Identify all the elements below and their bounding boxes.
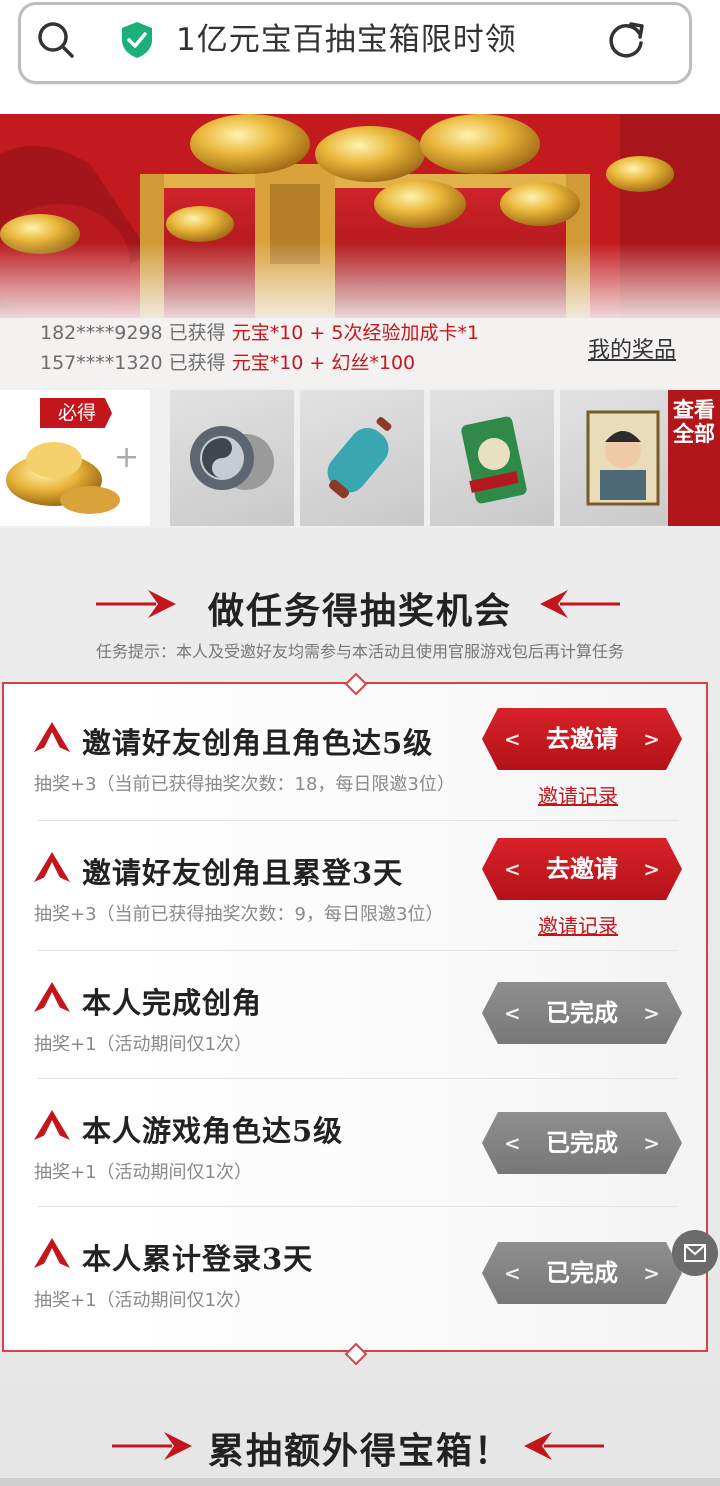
- button-label: 已完成: [546, 1258, 618, 1287]
- character-portrait-icon: [586, 410, 660, 506]
- invite-record-link[interactable]: 邀请记录: [538, 910, 618, 939]
- task-arrow-icon: [34, 722, 70, 752]
- button-label: 已完成: [546, 1128, 618, 1157]
- decor-arrow-right-icon: [540, 590, 620, 618]
- prize-tile[interactable]: [430, 390, 554, 526]
- divider: [38, 1206, 678, 1207]
- section-title: 累抽额外得宝箱！: [207, 1430, 512, 1472]
- prize-tile[interactable]: [170, 390, 294, 526]
- divider: [38, 820, 678, 821]
- chevron-left-icon: <: [504, 1261, 521, 1285]
- my-prizes-link[interactable]: 我的奖品: [588, 332, 676, 364]
- divider: [38, 1078, 678, 1079]
- jade-token-icon: [461, 416, 527, 504]
- chevron-right-icon: >: [643, 1001, 660, 1025]
- invite-button[interactable]: < 去邀请 >: [482, 838, 682, 900]
- task-subtitle: 抽奖+3（当前已获得抽奖次数：9，每日限邀3位）: [34, 904, 444, 925]
- task-subtitle: 抽奖+1（活动期间仅1次）: [34, 1290, 252, 1311]
- task-arrow-icon: [34, 982, 70, 1012]
- ticker-user: 157****1320 已获得: [40, 352, 232, 374]
- task-subtitle: 抽奖+1（活动期间仅1次）: [34, 1034, 252, 1055]
- chevron-right-icon: >: [643, 1131, 660, 1155]
- button-label: 已完成: [546, 998, 618, 1027]
- chevron-left-icon: <: [504, 727, 521, 751]
- search-icon[interactable]: [34, 18, 78, 62]
- ticker-prize: 元宝*10 + 5次经验加成卡*1: [231, 322, 480, 344]
- shield-check-icon: [122, 22, 152, 58]
- envelope-icon: [684, 1244, 706, 1262]
- ticker-line: 182****9298 已获得 元宝*10 + 5次经验加成卡*1: [40, 318, 479, 345]
- chevron-right-icon: >: [643, 1261, 660, 1285]
- task-title: 邀请好友创角且累登3天: [82, 856, 404, 890]
- guaranteed-badge: 必得: [40, 398, 113, 428]
- divider: [38, 950, 678, 951]
- task-title: 本人完成创角: [82, 986, 263, 1020]
- silk-spool-icon: [327, 417, 392, 499]
- task-arrow-icon: [34, 852, 70, 882]
- completed-button: < 已完成 >: [482, 1112, 682, 1174]
- refresh-icon[interactable]: [604, 18, 648, 62]
- page-title[interactable]: 1亿元宝百抽宝箱限时领: [176, 18, 517, 62]
- task-title: 本人累计登录3天: [82, 1242, 314, 1276]
- button-label: 去邀请: [546, 724, 618, 753]
- completed-button: < 已完成 >: [482, 982, 682, 1044]
- completed-button: < 已完成 >: [482, 1242, 682, 1304]
- chevron-left-icon: <: [504, 857, 521, 881]
- diamond-ornament-icon: [344, 672, 368, 696]
- task-title: 邀请好友创角且角色达5级: [82, 726, 434, 760]
- ticker-prize: 元宝*10 + 幻丝*100: [231, 352, 416, 374]
- bottom-edge: [0, 1478, 720, 1486]
- prize-tile[interactable]: [560, 390, 684, 526]
- invite-record-link[interactable]: 邀请记录: [538, 780, 618, 809]
- ticker-line: 157****1320 已获得 元宝*10 + 幻丝*100: [40, 348, 415, 375]
- plus-icon: +: [114, 440, 140, 475]
- button-label: 去邀请: [546, 854, 618, 883]
- invite-button[interactable]: < 去邀请 >: [482, 708, 682, 770]
- treasure-chest-banner: [0, 114, 720, 328]
- chevron-right-icon: >: [643, 727, 660, 751]
- floating-message-button[interactable]: [672, 1230, 718, 1276]
- task-subtitle: 抽奖+1（活动期间仅1次）: [34, 1162, 252, 1183]
- task-arrow-icon: [34, 1238, 70, 1268]
- task-title: 本人游戏角色达5级: [82, 1114, 344, 1148]
- task-arrow-icon: [34, 1110, 70, 1140]
- task-hint: 任务提示：本人及受邀好友均需参与本活动且使用官服游戏包后再计算任务: [95, 642, 624, 661]
- silver-coin-icon: [190, 426, 274, 490]
- view-all-button[interactable]: 查看全部: [668, 390, 720, 526]
- decor-arrow-right-icon: [524, 1432, 604, 1460]
- chevron-left-icon: <: [504, 1001, 521, 1025]
- prize-tile[interactable]: [300, 390, 424, 526]
- ticker-user: 182****9298 已获得: [40, 322, 232, 344]
- chevron-left-icon: <: [504, 1131, 521, 1155]
- task-subtitle: 抽奖+3（当前已获得抽奖次数：18，每日限邀3位）: [34, 774, 455, 795]
- diamond-ornament-icon: [344, 1342, 368, 1366]
- chevron-right-icon: >: [643, 857, 660, 881]
- treasure-chest-illustration: [0, 114, 720, 328]
